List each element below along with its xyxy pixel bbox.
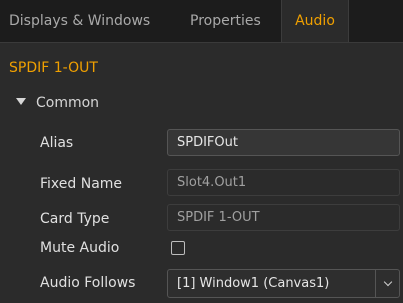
tab-bar: Displays & Windows Properties Audio (0, 0, 403, 42)
card-type-field: SPDIF 1-OUT (167, 204, 400, 231)
mute-audio-checkbox[interactable] (171, 241, 185, 255)
audio-follows-dropdown-button[interactable] (375, 270, 399, 297)
audio-follows-label: Audio Follows (40, 275, 136, 291)
mute-audio-label: Mute Audio (40, 240, 120, 256)
alias-label: Alias (40, 135, 74, 151)
tab-properties[interactable]: Properties (190, 0, 261, 42)
audio-follows-value: [1] Window1 (Canvas1) (177, 276, 330, 291)
triangle-down-icon (16, 98, 26, 105)
fixed-name-field: Slot4.Out1 (167, 169, 400, 196)
card-type-label: Card Type (40, 211, 110, 227)
group-label: Common (36, 95, 100, 111)
alias-field[interactable]: SPDIFOut (167, 129, 400, 156)
audio-panel: SPDIF 1-OUT Common Alias SPDIFOut Fixed … (0, 43, 403, 303)
section-title: SPDIF 1-OUT (9, 60, 98, 76)
tab-displays-windows[interactable]: Displays & Windows (9, 0, 150, 42)
group-header-common[interactable]: Common (16, 93, 99, 113)
fixed-name-label: Fixed Name (40, 176, 123, 192)
audio-follows-select[interactable]: [1] Window1 (Canvas1) (167, 269, 400, 298)
chevron-down-icon (383, 277, 392, 287)
tab-audio[interactable]: Audio (281, 0, 349, 42)
